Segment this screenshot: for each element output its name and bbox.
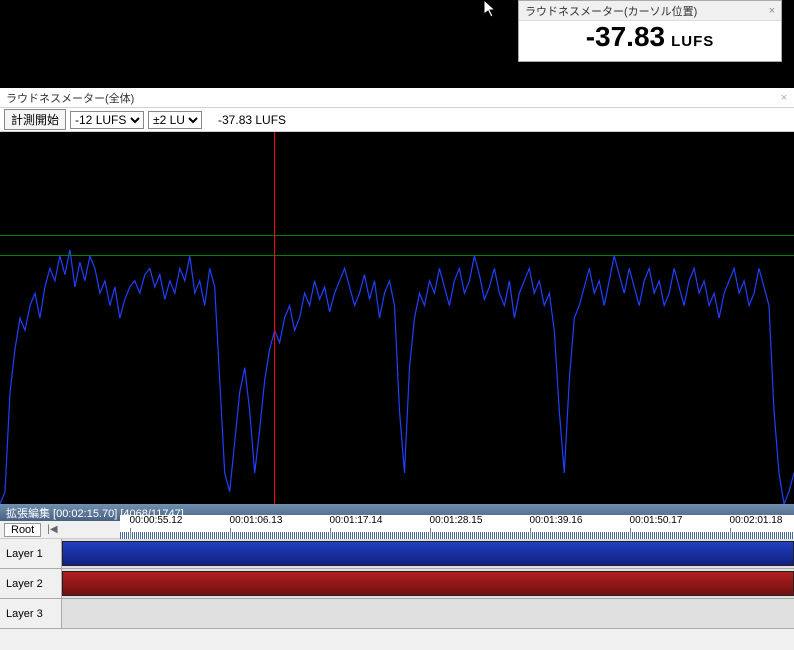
- loudness-waveform-svg: [0, 132, 794, 504]
- timeline-layer-3: Layer 3: [0, 599, 794, 629]
- cursor-meter-title: ラウドネスメーター(カーソル位置): [525, 3, 697, 19]
- cursor-meter-number: -37.83: [586, 21, 665, 53]
- cursor-meter-value: -37.83 LUFS: [519, 21, 781, 63]
- loudness-graph[interactable]: [0, 132, 794, 504]
- layer-1-track[interactable]: [62, 539, 794, 568]
- playhead-line[interactable]: [274, 132, 275, 504]
- cursor-meter-unit: LUFS: [671, 33, 714, 50]
- timeline-top-row: Root |◀ 00:00:55.1200:01:06.1300:01:17.1…: [0, 521, 794, 539]
- layer-label[interactable]: Layer 1: [0, 539, 62, 568]
- overall-meter-title: ラウドネスメーター(全体): [6, 90, 134, 106]
- audio-clip[interactable]: [62, 571, 794, 596]
- timeline-tick: 00:01:50.17: [630, 515, 683, 526]
- rewind-icon[interactable]: |◀: [47, 524, 57, 535]
- timeline-tick: 00:00:55.12: [130, 515, 183, 526]
- start-measurement-button[interactable]: 計測開始: [4, 109, 66, 130]
- target-upper-line: [0, 235, 794, 236]
- cursor-meter-titlebar[interactable]: ラウドネスメーター(カーソル位置) ×: [519, 1, 781, 21]
- target-lower-line: [0, 255, 794, 256]
- loudness-readout: -37.83 LUFS: [218, 113, 286, 127]
- layer-label[interactable]: Layer 2: [0, 569, 62, 598]
- timeline-tick: 00:01:06.13: [230, 515, 283, 526]
- layer-3-track[interactable]: [62, 599, 794, 628]
- timeline-layer-1: Layer 1: [0, 539, 794, 569]
- timeline-tick: 00:01:28.15: [430, 515, 483, 526]
- overall-meter-titlebar[interactable]: ラウドネスメーター(全体) ×: [0, 88, 794, 108]
- tolerance-lu-dropdown[interactable]: ±2 LU: [148, 111, 202, 129]
- loudness-toolbar: 計測開始 -12 LUFS ±2 LU -37.83 LUFS: [0, 108, 794, 132]
- timeline-tick: 00:02:01.18: [730, 515, 783, 526]
- target-lufs-dropdown[interactable]: -12 LUFS: [70, 111, 144, 129]
- layer-label[interactable]: Layer 3: [0, 599, 62, 628]
- video-clip[interactable]: [62, 541, 794, 566]
- timeline-layer-2: Layer 2: [0, 569, 794, 599]
- close-icon[interactable]: ×: [774, 92, 794, 104]
- layer-2-track[interactable]: [62, 569, 794, 598]
- root-button[interactable]: Root: [4, 523, 41, 537]
- timeline-tick: 00:01:17.14: [330, 515, 383, 526]
- timeline-tick: 00:01:39.16: [530, 515, 583, 526]
- close-icon[interactable]: ×: [763, 5, 781, 17]
- mouse-cursor-icon: [484, 0, 500, 20]
- timeline-panel: Root |◀ 00:00:55.1200:01:06.1300:01:17.1…: [0, 521, 794, 650]
- cursor-loudness-meter: ラウドネスメーター(カーソル位置) × -37.83 LUFS: [518, 0, 782, 62]
